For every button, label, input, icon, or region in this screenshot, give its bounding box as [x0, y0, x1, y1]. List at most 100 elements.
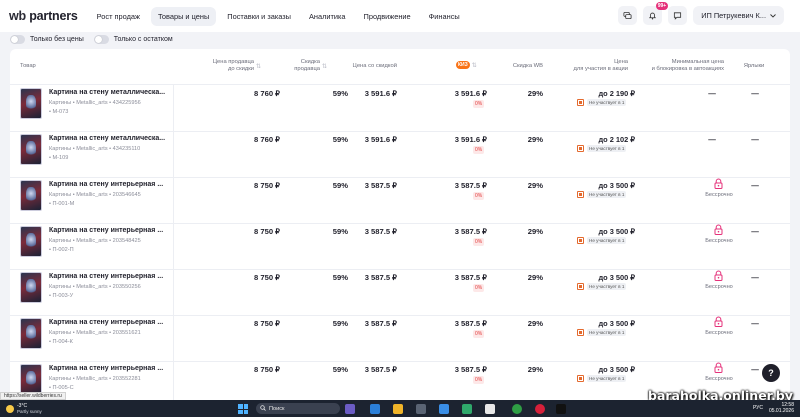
tray-lang[interactable]: РУС: [753, 405, 763, 411]
product-name[interactable]: Картина на стену интерьерная ...: [49, 227, 171, 234]
product-name[interactable]: Картина на стену интерьерная ...: [49, 319, 171, 326]
product-name[interactable]: Картина на стену интерьерная ...: [49, 273, 171, 280]
wb-partners-logo[interactable]: wb partners: [9, 9, 78, 23]
promo-icon: [577, 329, 584, 336]
product-thumbnail[interactable]: [20, 272, 42, 303]
yandex-browser-icon[interactable]: [535, 404, 545, 414]
price-after-discount: 3 591.6 ₽: [364, 135, 397, 144]
lock-icon[interactable]: [714, 362, 723, 373]
product-thumbnail[interactable]: [20, 226, 42, 257]
table-row[interactable]: Картина на стену металлическа... Картины…: [10, 132, 790, 177]
table-row[interactable]: Картина на стену интерьерная ... Картины…: [10, 178, 790, 223]
lock-icon[interactable]: [714, 316, 723, 327]
promo-status[interactable]: Не участвует в 1: [577, 99, 627, 106]
mail-icon[interactable]: [439, 404, 449, 414]
price-before-discount[interactable]: 8 750 ₽: [190, 273, 280, 282]
account-menu[interactable]: ИП Петрукевич К...: [693, 6, 784, 25]
price-before-discount[interactable]: 8 750 ₽: [190, 319, 280, 328]
switch[interactable]: [93, 34, 109, 44]
product-name[interactable]: Картина на стену металлическа...: [49, 89, 171, 96]
sort-icon[interactable]: ⇅: [472, 62, 477, 69]
product-name[interactable]: Картина на стену металлическа...: [49, 135, 171, 142]
price-after-discount: 3 587.5 ₽: [364, 273, 397, 282]
switch[interactable]: [10, 34, 25, 44]
nav-finansy[interactable]: Финансы: [422, 7, 467, 26]
promo-status-text: Не участвует в 1: [587, 283, 627, 290]
lock-icon[interactable]: [714, 224, 723, 235]
chrome-icon[interactable]: [512, 404, 522, 414]
promo-status[interactable]: Не участвует в 1: [577, 145, 627, 152]
bell-icon[interactable]: 99+: [643, 2, 669, 25]
price-before-discount[interactable]: 8 750 ₽: [190, 365, 280, 374]
kiz-badge: КИЗ: [456, 61, 470, 69]
chevron-down-icon: [770, 11, 776, 20]
product-thumbnail[interactable]: [20, 88, 42, 119]
product-name[interactable]: Картина на стену интерьерная ...: [49, 365, 171, 372]
promo-status[interactable]: Не участвует в 1: [577, 191, 627, 198]
min-price-term: Бессрочно: [705, 376, 733, 382]
store-icon[interactable]: [416, 404, 426, 414]
promo-icon: [577, 191, 584, 198]
price-before-discount[interactable]: 8 750 ₽: [190, 227, 280, 236]
product-meta: Картины • Metallic_arts • 203551621: [49, 330, 141, 336]
price-before-discount[interactable]: 8 760 ₽: [190, 135, 280, 144]
header-kiz[interactable]: КИЗ ⇅: [456, 61, 477, 69]
price-before-discount[interactable]: 8 750 ₽: [190, 181, 280, 190]
system-tray: РУС 12:58 05.01.2026: [753, 402, 794, 414]
product-sku: • П-002-П: [49, 247, 74, 253]
nav-rost-prodazh[interactable]: Рост продаж: [90, 7, 147, 26]
kiz-price: 3 591.6 ₽: [454, 89, 487, 98]
price-after-discount: 3 587.5 ₽: [364, 365, 397, 374]
price-before-discount[interactable]: 8 760 ₽: [190, 89, 280, 98]
file-explorer-icon[interactable]: [393, 404, 403, 414]
help-button[interactable]: ?: [762, 364, 780, 382]
sort-icon[interactable]: ⇅: [256, 63, 261, 70]
product-name[interactable]: Картина на стену интерьерная ...: [49, 181, 171, 188]
toggle-only-in-stock[interactable]: Только с остатком: [93, 34, 173, 44]
labels-cell: —: [751, 135, 759, 144]
min-price-term: Бессрочно: [705, 192, 733, 198]
kiz-price: 3 587.5 ₽: [454, 273, 487, 282]
promo-status[interactable]: Не участвует в 1: [577, 329, 627, 336]
product-thumbnail[interactable]: [20, 180, 42, 211]
windows-start-icon[interactable]: [238, 404, 248, 414]
nav-postavki-i-zakazy[interactable]: Поставки и заказы: [220, 7, 298, 26]
header-price-before[interactable]: Цена продавца до скидки: [190, 59, 254, 73]
clock[interactable]: 12:58 05.01.2026: [769, 402, 794, 414]
app-icon[interactable]: [485, 404, 495, 414]
table-row[interactable]: Картина на стену интерьерная ... Картины…: [10, 316, 790, 361]
table-row[interactable]: Картина на стену интерьерная ... Картины…: [10, 224, 790, 269]
filters-bar: Только без цены Только с остатком: [10, 33, 173, 45]
lock-icon[interactable]: [714, 270, 723, 281]
header-seller-discount[interactable]: Скидка продавца: [270, 59, 320, 73]
promo-status[interactable]: Не участвует в 1: [577, 375, 627, 382]
feedback-icon[interactable]: [668, 6, 688, 25]
nav-analitika[interactable]: Аналитика: [302, 7, 353, 26]
task-view-icon[interactable]: [345, 404, 355, 414]
edge-icon[interactable]: [370, 404, 380, 414]
promo-status[interactable]: Не участвует в 1: [577, 283, 627, 290]
table-row[interactable]: Картина на стену металлическа... Картины…: [10, 86, 790, 131]
nav-tovary-i-ceny[interactable]: Товары и цены: [150, 6, 217, 26]
product-thumbnail[interactable]: [20, 318, 42, 349]
product-sku: • П-003-У: [49, 293, 74, 299]
chat-icon[interactable]: [618, 6, 638, 25]
top-icons: 99+ ИП Петрукевич К...: [618, 2, 784, 25]
notifications-badge: 99+: [655, 2, 669, 10]
taskbar-search[interactable]: Поиск: [256, 403, 340, 414]
toggle-only-no-price[interactable]: Только без цены: [10, 34, 84, 44]
weather-desc: Partly sunny: [17, 408, 42, 414]
lock-icon[interactable]: [714, 178, 723, 189]
kiz-percent-badge: 0%: [473, 192, 485, 200]
nav-prodvizhenie[interactable]: Продвижение: [357, 7, 418, 26]
xbox-icon[interactable]: [462, 404, 472, 414]
table-row[interactable]: Картина на стену интерьерная ... Картины…: [10, 270, 790, 315]
price-after-discount: 3 587.5 ₽: [364, 227, 397, 236]
product-thumbnail[interactable]: [20, 134, 42, 165]
weather-widget[interactable]: -3°C Partly sunny: [6, 403, 42, 414]
promo-status[interactable]: Не участвует в 1: [577, 237, 627, 244]
sort-icon[interactable]: ⇅: [322, 63, 327, 70]
tiktok-icon[interactable]: [556, 404, 566, 414]
promo-icon: [577, 145, 584, 152]
product-thumbnail[interactable]: [20, 364, 42, 395]
